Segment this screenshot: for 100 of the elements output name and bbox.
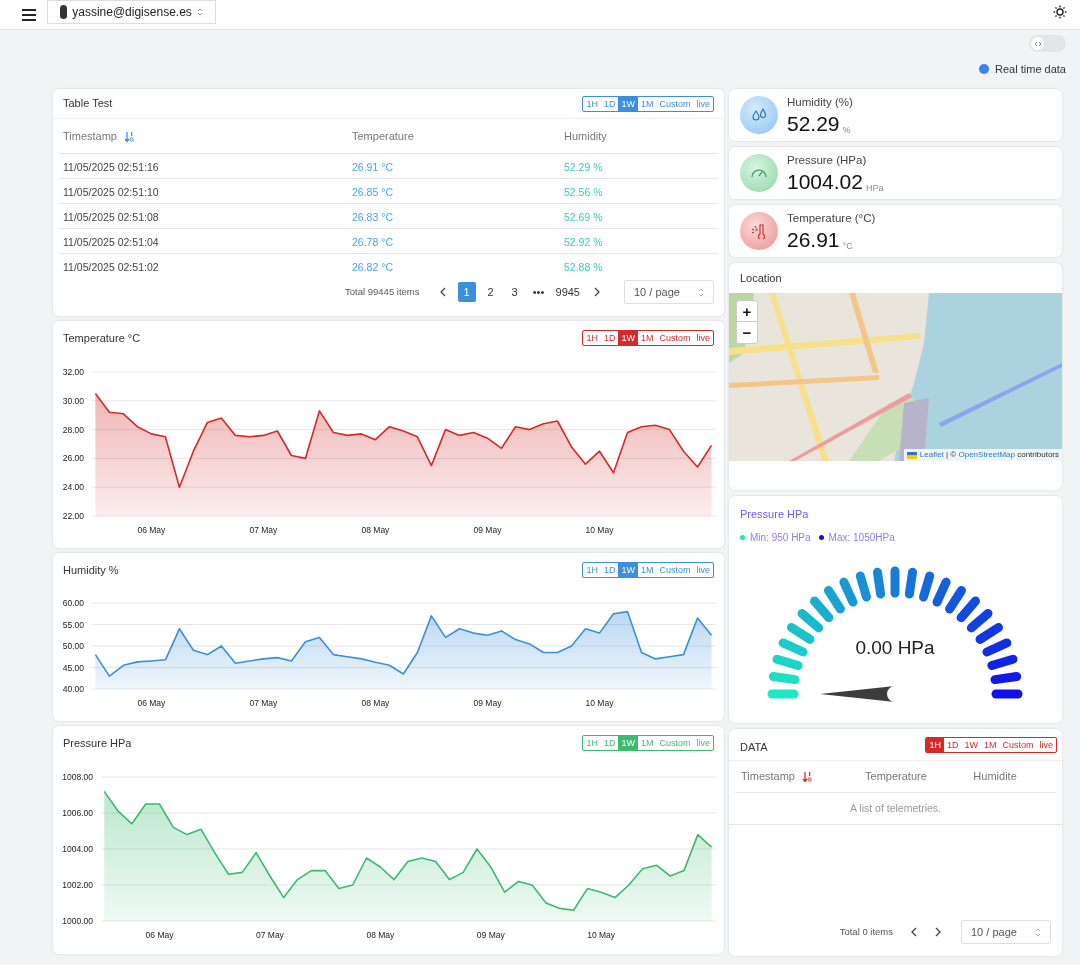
tick-label: 10 May — [585, 698, 614, 708]
range-tab[interactable]: Custom — [656, 563, 694, 577]
code-icon — [1033, 39, 1042, 48]
page-button[interactable]: ••• — [529, 282, 548, 302]
card-title: DATA — [740, 740, 768, 756]
range-tab[interactable]: 1M — [637, 563, 657, 577]
page-button[interactable]: 2 — [481, 282, 500, 302]
tick-label: 28.00 — [62, 424, 84, 435]
range-tab[interactable]: 1H — [926, 737, 944, 752]
droplets-icon — [750, 107, 768, 123]
tick-label: 45.00 — [62, 662, 84, 673]
account-select[interactable]: yassine@digisense.es — [47, 0, 216, 24]
zoom-out-button[interactable]: − — [737, 322, 757, 343]
column-header: Humidite — [973, 769, 1017, 785]
thermometer-icon — [750, 223, 768, 239]
range-tab[interactable]: Custom — [656, 331, 694, 345]
range-tab[interactable]: Custom — [656, 736, 694, 750]
range-tab[interactable]: 1M — [637, 96, 657, 111]
page-size-select[interactable]: 10 / page — [624, 280, 714, 304]
table-cell: 26.82 °C — [352, 261, 393, 273]
page-button[interactable]: 9945 — [553, 282, 582, 302]
range-tab[interactable]: 1D — [600, 563, 619, 577]
range-tab[interactable]: Custom — [656, 96, 694, 111]
range-tab[interactable]: 1D — [600, 331, 619, 345]
tick-label: 08 May — [361, 525, 390, 535]
range-tab[interactable]: 1H — [583, 563, 601, 577]
card-title: Location — [740, 270, 782, 286]
total-count: Total 0 items — [839, 924, 893, 939]
range-tab[interactable]: live — [1036, 737, 1056, 752]
range-tab[interactable]: Custom — [999, 737, 1037, 752]
attribution-link[interactable]: OpenStreetMap — [958, 450, 1015, 459]
tick-label: 55.00 — [62, 619, 84, 630]
tick-label: 10 May — [585, 525, 614, 535]
empty-state-text: A list of telemetries. — [849, 800, 941, 816]
card-title: Table Test — [63, 96, 113, 112]
stat-label: Temperature (°C) — [787, 210, 876, 225]
range-tab[interactable]: 1W — [618, 563, 638, 577]
tick-label: 50.00 — [62, 641, 84, 651]
stat-unit: % — [842, 123, 851, 136]
range-tab[interactable]: 1M — [637, 736, 657, 750]
code-view-switch[interactable] — [1029, 35, 1066, 52]
tick-label: 06 May — [137, 525, 166, 535]
table-cell: 11/05/2025 02:51:16 — [63, 161, 159, 173]
menu-button[interactable] — [22, 8, 36, 21]
stat-label: Humidity (%) — [787, 94, 853, 109]
table-cell: 26.85 °C — [352, 186, 393, 198]
table-cell: 11/05/2025 02:51:04 — [63, 236, 159, 248]
attribution-link[interactable]: Leaflet — [919, 450, 944, 459]
sort-icon — [124, 130, 134, 142]
tick-label: 07 May — [249, 525, 278, 535]
tick-label: 09 May — [473, 698, 502, 708]
gauge-reading: 0.00 HPa — [855, 637, 935, 658]
range-tab[interactable]: 1D — [600, 736, 619, 750]
legend-label: Max: 1050HPa — [828, 530, 895, 545]
realtime-label: Real time data — [995, 62, 1066, 77]
tick-label: 07 May — [256, 930, 284, 940]
range-tab[interactable]: live — [693, 96, 713, 111]
stat-unit: HPa — [865, 181, 884, 194]
range-tab[interactable]: live — [693, 736, 713, 750]
tick-label: 1002.00 — [62, 880, 93, 890]
tick-label: 1006.00 — [62, 808, 93, 818]
total-count: Total 99445 items — [345, 284, 420, 299]
page-button[interactable]: 1 — [457, 282, 476, 302]
chevron-left-icon — [438, 287, 447, 297]
tick-label: 10 May — [587, 930, 616, 940]
tick-label: 1008.00 — [62, 772, 93, 782]
page-size-select[interactable]: 10 / page — [961, 920, 1051, 944]
tick-label: 40.00 — [62, 684, 84, 694]
map-attribution: Leaflet | © OpenStreetMap contributors — [919, 449, 1059, 461]
chart-title: Humidity % — [63, 562, 119, 578]
tick-label: 08 May — [361, 698, 390, 708]
theme-toggle-button[interactable] — [1053, 5, 1067, 19]
range-tab[interactable]: 1D — [943, 737, 962, 752]
tick-label: 1004.00 — [62, 844, 93, 854]
page-button[interactable]: 3 — [505, 282, 524, 302]
chevron-updown-icon — [1035, 927, 1041, 937]
table-cell: 52.92 % — [564, 236, 603, 248]
chevron-updown-icon — [698, 287, 704, 297]
chart-title: Pressure HPa — [63, 735, 132, 751]
range-tab[interactable]: 1W — [618, 331, 638, 345]
range-tab[interactable]: live — [693, 563, 713, 577]
tick-label: 22.00 — [62, 511, 84, 521]
range-tab[interactable]: live — [693, 331, 713, 345]
tick-label: 1000.00 — [62, 916, 93, 926]
table-cell: 52.69 % — [564, 211, 603, 223]
range-tab[interactable]: 1H — [583, 736, 601, 750]
avatar-icon — [60, 4, 68, 19]
tick-label: 06 May — [145, 930, 174, 940]
stat-value: 26.91 — [787, 227, 840, 252]
chevron-right-icon — [593, 287, 601, 297]
range-tab[interactable]: 1M — [637, 331, 657, 345]
stat-value: 52.29 — [787, 111, 840, 136]
range-tab[interactable]: 1H — [583, 96, 601, 111]
chart-title: Temperature °C — [63, 330, 141, 346]
range-tab[interactable]: 1W — [961, 737, 981, 752]
zoom-in-button[interactable]: + — [737, 301, 757, 322]
range-tab[interactable]: 1W — [618, 96, 638, 111]
range-tab[interactable]: 1H — [583, 331, 601, 345]
range-tab[interactable]: 1D — [600, 96, 619, 111]
range-tab[interactable]: 1M — [980, 737, 1000, 752]
